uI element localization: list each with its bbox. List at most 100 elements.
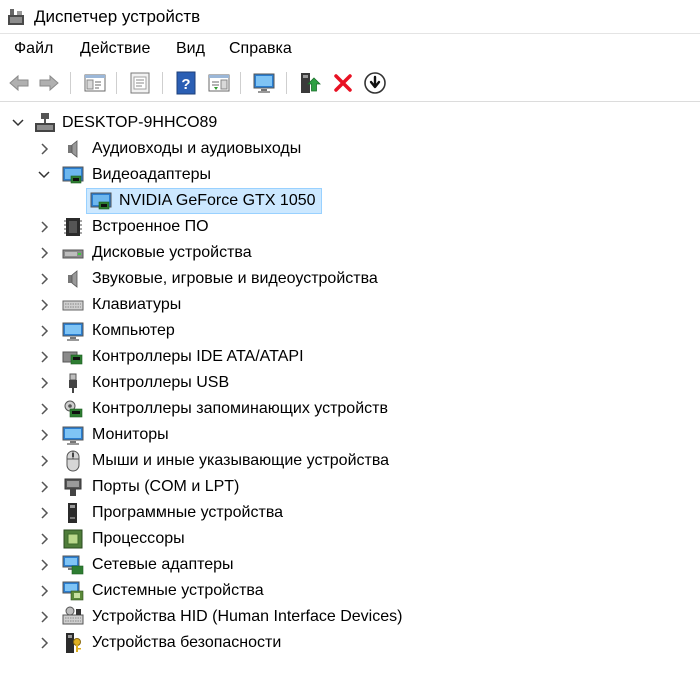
chevron-right-icon[interactable] — [36, 141, 52, 157]
show-hide-console-tree-button[interactable] — [82, 70, 108, 96]
help-button[interactable]: ? — [173, 70, 199, 96]
update-driver-button[interactable] — [297, 70, 323, 96]
help-icon: ? — [176, 71, 196, 95]
menu-file[interactable]: Файл — [12, 38, 55, 60]
monitor-icon — [62, 424, 84, 446]
action-pane-button[interactable] — [206, 70, 232, 96]
chevron-right-icon[interactable] — [36, 323, 52, 339]
port-connector-icon — [62, 476, 84, 498]
display-adapter-icon — [62, 164, 84, 186]
tree-item-label: Мыши и иные указывающие устройства — [92, 452, 390, 469]
properties-button[interactable] — [127, 70, 153, 96]
chevron-right-icon[interactable] — [36, 531, 52, 547]
tree-item-usb-controllers[interactable]: Контроллеры USB — [0, 370, 700, 396]
tree-item-label: DESKTOP-9HHCO89 — [62, 114, 218, 131]
network-adapter-icon — [62, 554, 84, 576]
chevron-right-icon[interactable] — [36, 453, 52, 469]
tree-item-processors[interactable]: Процессоры — [0, 526, 700, 552]
update-driver-icon — [301, 73, 321, 93]
disk-drive-icon — [62, 242, 84, 264]
tree-item-disk-drives[interactable]: Дисковые устройства — [0, 240, 700, 266]
tree-item-monitors[interactable]: Мониторы — [0, 422, 700, 448]
toolbar: ? — [0, 64, 700, 102]
arrow-left-icon — [9, 74, 29, 92]
monitor-icon — [62, 320, 84, 342]
computer-network-icon — [34, 112, 56, 134]
tree-item-ports[interactable]: Порты (COM и LPT) — [0, 474, 700, 500]
chevron-right-icon[interactable] — [36, 427, 52, 443]
tree-item-system-devices[interactable]: Системные устройства — [0, 578, 700, 604]
tree-item-software-devices[interactable]: Программные устройства — [0, 500, 700, 526]
tree-item-label: Встроенное ПО — [92, 218, 209, 235]
usb-plug-icon — [62, 372, 84, 394]
toolbar-separator — [286, 72, 287, 94]
tree-item-label: Устройства безопасности — [92, 634, 282, 651]
scan-hardware-button[interactable] — [251, 70, 277, 96]
chevron-down-icon[interactable] — [36, 167, 52, 183]
chevron-right-icon[interactable] — [36, 349, 52, 365]
tree-root[interactable]: DESKTOP-9HHCO89 — [0, 110, 700, 136]
properties-icon — [130, 72, 150, 94]
security-key-icon — [62, 632, 84, 654]
hid-device-icon — [62, 606, 84, 628]
tree-item-security-devices[interactable]: Устройства безопасности — [0, 630, 700, 656]
chevron-right-icon[interactable] — [36, 271, 52, 287]
console-tree-icon — [84, 74, 106, 92]
chevron-right-icon[interactable] — [36, 479, 52, 495]
tree-item-firmware[interactable]: Встроенное ПО — [0, 214, 700, 240]
down-arrow-circle-icon — [364, 72, 386, 94]
tree-item-label: Процессоры — [92, 530, 185, 547]
tree-item-storage-controllers[interactable]: Контроллеры запоминающих устройств — [0, 396, 700, 422]
toolbar-separator — [240, 72, 241, 94]
ide-controller-icon — [62, 346, 84, 368]
chevron-right-icon[interactable] — [36, 297, 52, 313]
chevron-right-icon[interactable] — [36, 557, 52, 573]
processor-chip-icon — [62, 528, 84, 550]
tree-item-video-adapters[interactable]: Видеоадаптеры — [0, 162, 700, 188]
chevron-right-icon[interactable] — [36, 401, 52, 417]
device-tree: DESKTOP-9HHCO89 Аудиовходы и аудиовыходы… — [0, 110, 700, 700]
chevron-right-icon[interactable] — [36, 583, 52, 599]
toolbar-separator — [116, 72, 117, 94]
red-x-icon — [334, 74, 352, 92]
chevron-right-icon[interactable] — [36, 635, 52, 651]
tree-item-computer[interactable]: Компьютер — [0, 318, 700, 344]
action-pane-icon — [208, 74, 230, 92]
tree-item-network-adapters[interactable]: Сетевые адаптеры — [0, 552, 700, 578]
chevron-right-icon[interactable] — [36, 375, 52, 391]
chevron-down-icon[interactable] — [10, 115, 26, 131]
tree-item-sound-devices[interactable]: Звуковые, игровые и видеоустройства — [0, 266, 700, 292]
arrow-right-icon — [39, 74, 59, 92]
tree-item-label: Компьютер — [92, 322, 175, 339]
system-device-icon — [62, 580, 84, 602]
tree-item-label: Аудиовходы и аудиовыходы — [92, 140, 302, 157]
tree-item-label: NVIDIA GeForce GTX 1050 — [119, 192, 316, 209]
title-bar: Диспетчер устройств — [0, 0, 700, 34]
mouse-icon — [62, 450, 84, 472]
menu-view[interactable]: Вид — [174, 38, 207, 60]
tree-item-hid-devices[interactable]: Устройства HID (Human Interface Devices) — [0, 604, 700, 630]
chevron-right-icon[interactable] — [36, 245, 52, 261]
tree-item-gpu-selected[interactable]: NVIDIA GeForce GTX 1050 — [0, 188, 700, 214]
speaker-icon — [62, 268, 84, 290]
menu-action[interactable]: Действие — [78, 38, 152, 60]
tree-item-ide-controllers[interactable]: Контроллеры IDE ATA/ATAPI — [0, 344, 700, 370]
back-button[interactable] — [6, 70, 32, 96]
speaker-icon — [62, 138, 84, 160]
tree-item-label: Системные устройства — [92, 582, 264, 599]
forward-button[interactable] — [36, 70, 62, 96]
device-manager-icon — [6, 7, 26, 27]
disable-device-button[interactable] — [362, 70, 388, 96]
tree-item-audio-io[interactable]: Аудиовходы и аудиовыходы — [0, 136, 700, 162]
menu-help[interactable]: Справка — [227, 38, 294, 60]
tree-item-keyboards[interactable]: Клавиатуры — [0, 292, 700, 318]
chevron-right-icon[interactable] — [36, 219, 52, 235]
tree-item-label: Дисковые устройства — [92, 244, 252, 261]
chevron-right-icon[interactable] — [36, 505, 52, 521]
software-device-icon — [62, 502, 84, 524]
uninstall-device-button[interactable] — [330, 70, 356, 96]
tree-item-label: Мониторы — [92, 426, 169, 443]
tree-item-label: Программные устройства — [92, 504, 284, 521]
tree-item-mice[interactable]: Мыши и иные указывающие устройства — [0, 448, 700, 474]
chevron-right-icon[interactable] — [36, 609, 52, 625]
